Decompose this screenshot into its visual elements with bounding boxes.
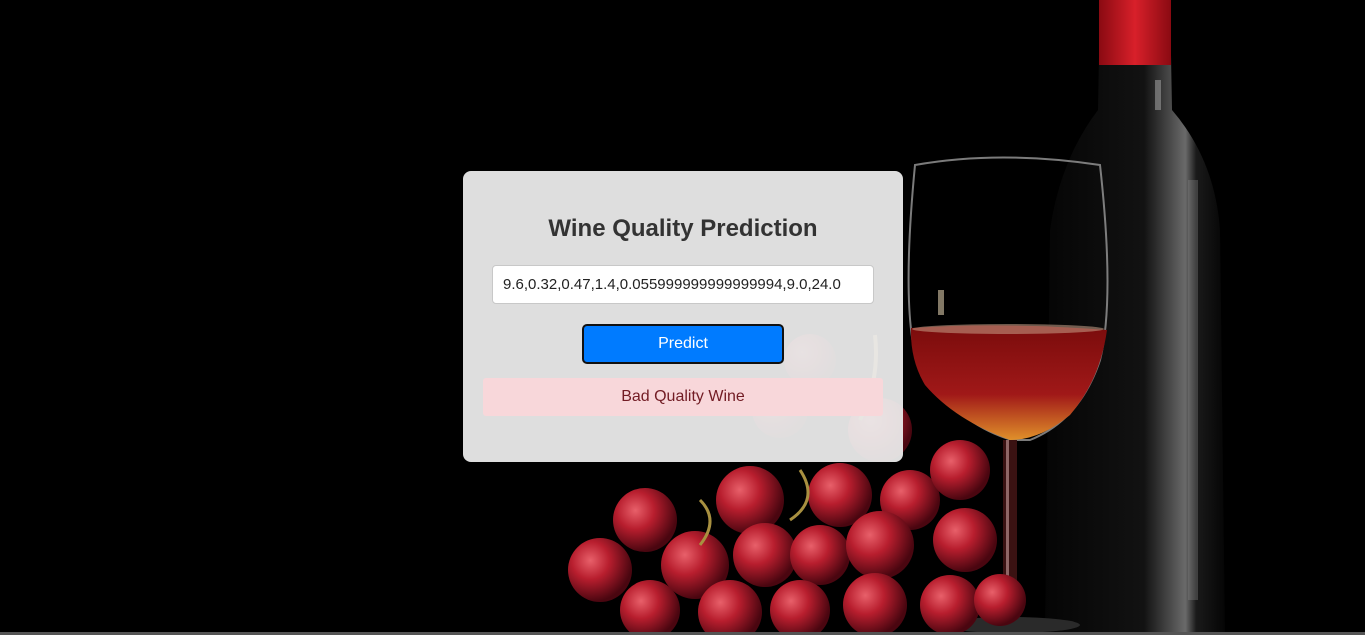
- predict-button[interactable]: Predict: [582, 324, 784, 364]
- page-background: Wine Quality Prediction Predict Bad Qual…: [0, 0, 1365, 635]
- prediction-card: Wine Quality Prediction Predict Bad Qual…: [463, 171, 903, 462]
- page-title: Wine Quality Prediction: [548, 215, 818, 242]
- prediction-result: Bad Quality Wine: [483, 378, 883, 416]
- features-input[interactable]: [492, 265, 874, 304]
